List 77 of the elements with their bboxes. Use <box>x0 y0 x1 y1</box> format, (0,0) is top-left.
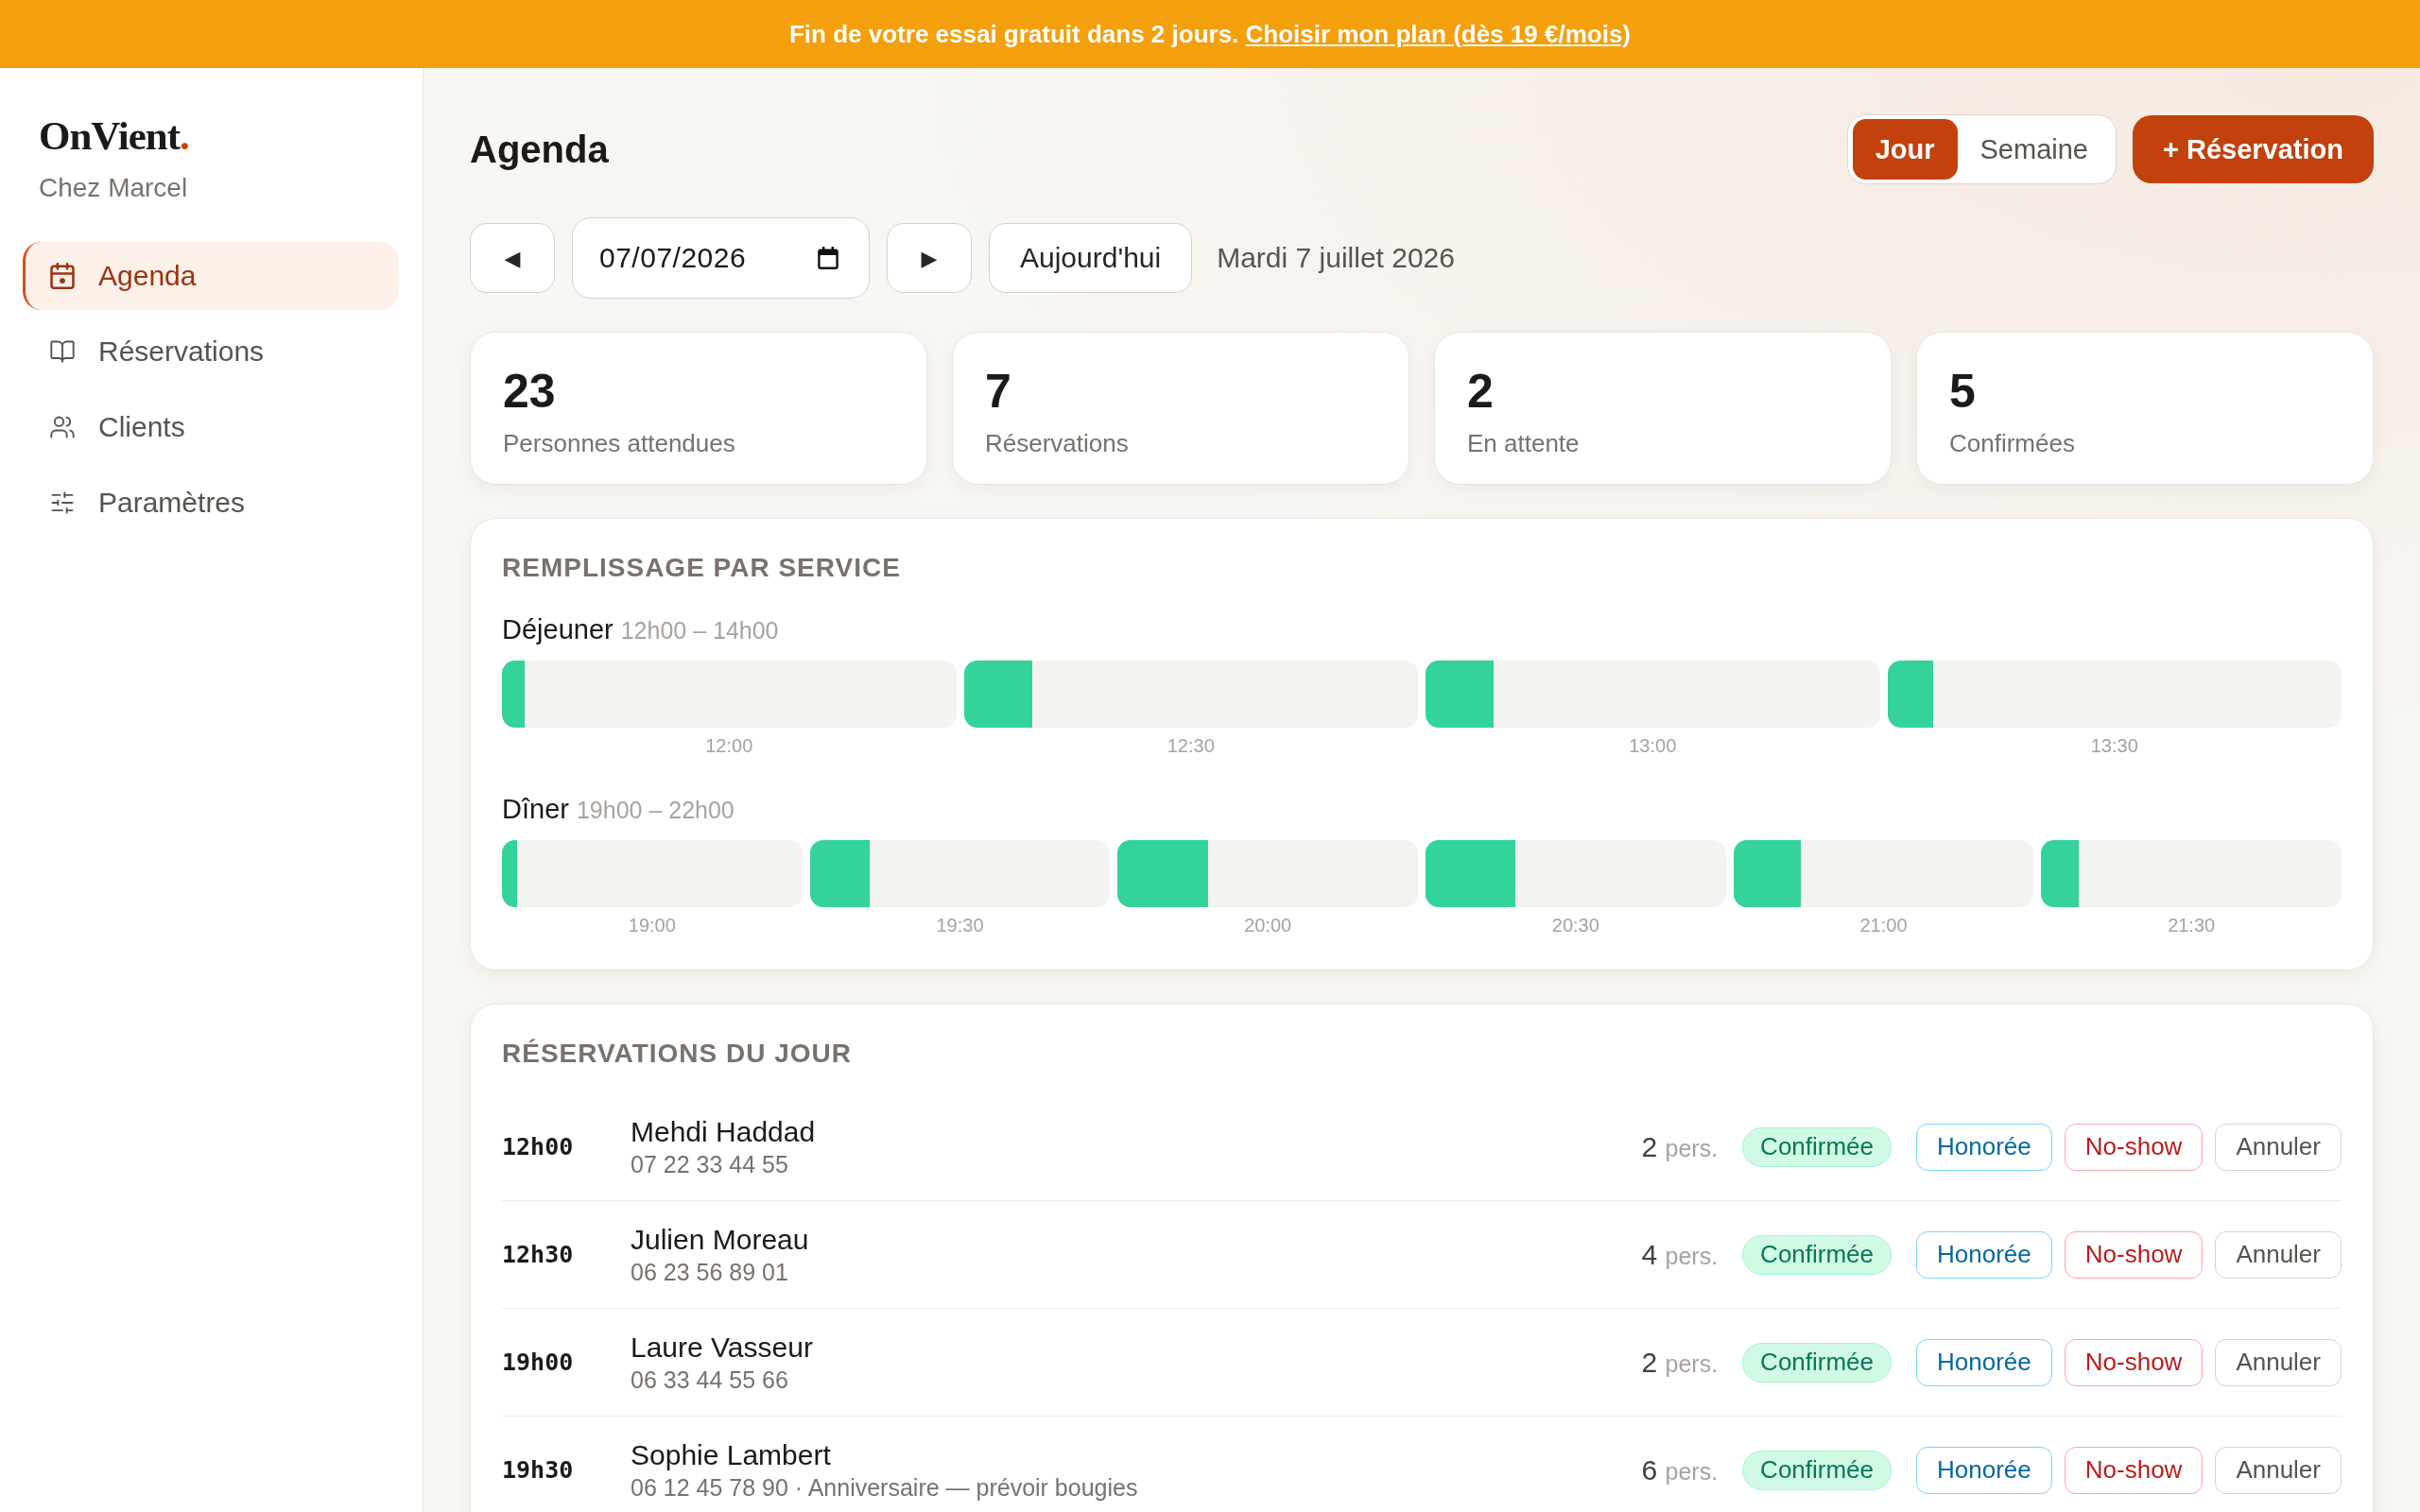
stat-label: Personnes attendues <box>503 428 735 458</box>
slot-time: 12:00 <box>705 734 753 757</box>
no-show-button[interactable]: No-show <box>2064 1230 2204 1279</box>
slot-time: 21:30 <box>2168 914 2216 936</box>
no-show-button[interactable]: No-show <box>2064 1446 2204 1494</box>
slot-time: 19:00 <box>628 914 676 936</box>
stat-value: 23 <box>503 366 556 417</box>
guest-name: Julien Moreau <box>631 1222 809 1257</box>
slot-time: 20:30 <box>1551 914 1599 936</box>
date-field[interactable]: 07/07/2026 <box>572 217 870 299</box>
slot-time: 12:30 <box>1167 734 1215 757</box>
stat-label: Confirmées <box>1949 428 2075 458</box>
guest-contact: 06 12 45 78 90 · Anniversaire — prévoir bougies <box>631 1472 1138 1503</box>
guest-name: Sophie Lambert <box>631 1437 831 1472</box>
page-title: Agenda <box>470 128 609 171</box>
slot-time: 13:30 <box>2090 734 2138 757</box>
guest-name: Mehdi Haddad <box>631 1114 816 1149</box>
section-title: REMPLISSAGE PAR SERVICE <box>502 552 901 584</box>
cancel-button[interactable]: Annuler <box>2215 1230 2342 1279</box>
today-button[interactable]: Aujourd'hui <box>989 223 1193 293</box>
honored-button[interactable]: Honorée <box>1916 1123 2052 1171</box>
stat-label: En attente <box>1467 428 1580 458</box>
honored-button[interactable]: Honorée <box>1916 1446 2052 1494</box>
status-badge: Confirmée <box>1742 1234 1893 1275</box>
guest-contact: 06 23 56 89 01 <box>631 1257 788 1287</box>
section-title: RÉSERVATIONS DU JOUR <box>502 1038 853 1070</box>
service-hours: 12h00 – 14h00 <box>620 616 779 645</box>
view-tab[interactable]: Semaine <box>1957 119 2111 180</box>
cancel-button[interactable]: Annuler <box>2215 1338 2342 1386</box>
nav-item[interactable]: Agenda <box>23 242 399 310</box>
reservation-time: 12h30 <box>502 1241 574 1268</box>
status-badge: Confirmée <box>1742 1126 1893 1167</box>
status-badge: Confirmée <box>1742 1450 1893 1490</box>
party-size: 2 pers. <box>1641 1130 1719 1163</box>
slot-time: 19:30 <box>936 914 984 936</box>
next-day-button[interactable]: ▶ <box>887 223 972 293</box>
guest-contact: 07 22 33 44 55 <box>631 1149 788 1179</box>
calendar-icon <box>818 247 838 269</box>
previous-day-button[interactable]: ◀ <box>470 223 555 293</box>
view-tab[interactable]: Jour <box>1852 119 1958 180</box>
guest-name: Laure Vasseur <box>631 1330 813 1365</box>
no-show-button[interactable]: No-show <box>2064 1338 2204 1386</box>
party-size: 2 pers. <box>1641 1346 1719 1379</box>
party-size: 6 pers. <box>1641 1453 1719 1486</box>
reservation-time: 12h00 <box>502 1133 574 1160</box>
cancel-button[interactable]: Annuler <box>2215 1446 2342 1494</box>
reservation-time: 19h30 <box>502 1456 574 1484</box>
honored-button[interactable]: Honorée <box>1916 1338 2052 1386</box>
brand-logo: OnVient. <box>39 113 189 159</box>
new-reservation-button[interactable]: + Réservation <box>2133 115 2374 183</box>
date-label: Mardi 7 juillet 2026 <box>1217 242 1455 274</box>
honored-button[interactable]: Honorée <box>1916 1230 2052 1279</box>
stat-value: 7 <box>985 366 1011 417</box>
stat-value: 2 <box>1467 366 1494 417</box>
reservation-time: 19h00 <box>502 1349 574 1376</box>
cancel-button[interactable]: Annuler <box>2215 1123 2342 1171</box>
book-icon <box>49 338 76 365</box>
trial-banner-text: Fin de votre essai gratuit dans 2 jours. Choisir mon plan (dès 19 €/mois) <box>789 19 1631 49</box>
restaurant-name: Chez Marcel <box>39 172 188 204</box>
stat-value: 5 <box>1949 366 1976 417</box>
party-size: 4 pers. <box>1641 1238 1719 1271</box>
sliders-icon <box>49 490 76 516</box>
slot-time: 21:00 <box>1859 914 1908 936</box>
nav-item[interactable]: Paramètres <box>23 469 399 537</box>
service-hours: 19h00 – 22h00 <box>576 796 735 825</box>
stat-label: Réservations <box>985 428 1129 458</box>
service-name: Déjeuner <box>502 613 614 646</box>
users-icon <box>49 414 76 440</box>
slot-time: 13:00 <box>1629 734 1677 757</box>
nav-item[interactable]: Clients <box>23 393 399 461</box>
nav-item[interactable]: Réservations <box>23 318 399 386</box>
no-show-button[interactable]: No-show <box>2064 1123 2204 1171</box>
status-badge: Confirmée <box>1742 1342 1893 1383</box>
guest-contact: 06 33 44 55 66 <box>631 1365 788 1395</box>
calendar-icon <box>49 263 76 289</box>
service-name: Dîner <box>502 793 569 826</box>
slot-time: 20:00 <box>1244 914 1292 936</box>
